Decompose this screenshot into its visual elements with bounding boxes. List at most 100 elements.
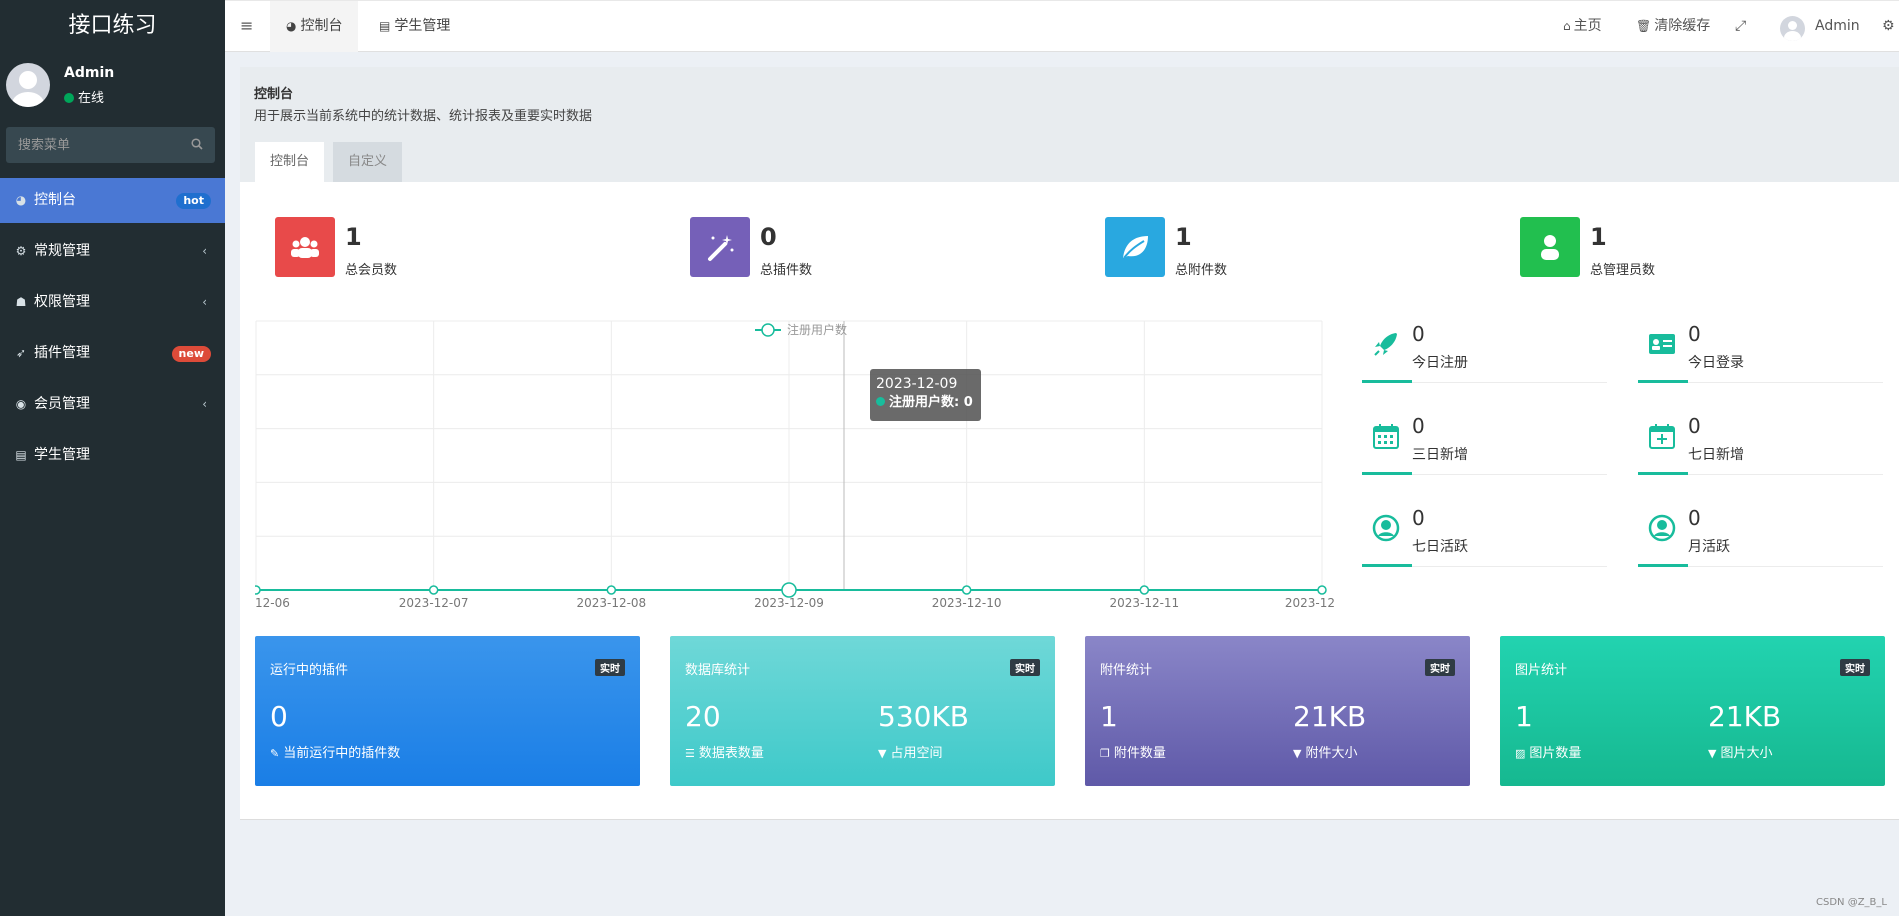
tooltip-date: 2023-12-09 (876, 376, 958, 392)
card-value-2: 21KB (1708, 700, 1782, 733)
search-icon[interactable] (191, 138, 203, 150)
data-point (428, 585, 439, 595)
chevron-left-icon: ‹ (202, 244, 207, 258)
card-label: ▨ 图片数量 (1515, 742, 1581, 761)
clear-cache-link[interactable]: 🗑 清除缓存 (1636, 1, 1710, 52)
calendar-plus-icon (1649, 424, 1675, 449)
rocket-icon (1374, 333, 1397, 356)
tab-dashboard[interactable]: ◕ 控制台 (270, 1, 359, 52)
card-value-2: 530KB (878, 700, 970, 733)
new-badge: new (171, 346, 211, 362)
mini-stat-today-login: 0 今日登录 (1638, 322, 1883, 392)
tooltip-line: 注册用户数: 0 (876, 393, 975, 413)
x-tick-label: 2023-12-08 (576, 596, 646, 610)
x-tick-label: 2023-12-11 (1109, 596, 1179, 610)
realtime-tag: 实时 (1010, 659, 1040, 676)
sidebar-item-label: 会员管理 (34, 396, 90, 412)
card-label-text: 图片数量 (1529, 746, 1582, 761)
stat-members: 1 总会员数 (275, 217, 575, 279)
mini-label: 七日活跃 (1412, 539, 1468, 555)
stat-admins: 1 总管理员数 (1520, 217, 1820, 279)
sidebar-item-general[interactable]: ⚙ 常规管理 ‹ (0, 229, 225, 274)
stat-value: 1 (345, 223, 362, 251)
page-description: 用于展示当前系统中的统计数据、统计报表及重要实时数据 (254, 109, 593, 124)
dashboard-icon: ◕ (286, 19, 297, 33)
stat-label: 总附件数 (1175, 263, 1228, 278)
chart-tooltip: 2023-12-09 注册用户数: 0 (870, 369, 981, 421)
sidebar-item-students[interactable]: ▤ 学生管理 (0, 433, 225, 478)
card-label-2: ▼ 图片大小 (1708, 742, 1772, 761)
registration-line-chart: 12-06 2023-12-07 2023-12-08 2023-12-09 2023-… (255, 320, 1335, 610)
sidebar-item-plugins[interactable]: ➶ 插件管理 new (0, 331, 225, 376)
mini-label: 今日登录 (1688, 355, 1744, 371)
content-tab-dashboard[interactable]: 控制台 (255, 142, 325, 182)
files-icon: ❐ (1100, 747, 1110, 760)
card-label: ☰ 数据表数量 (685, 742, 764, 761)
card-title: 图片统计 (1515, 663, 1568, 678)
rocket-icon: ➶ (15, 346, 27, 360)
tooltip-value: 注册用户数: 0 (889, 395, 973, 410)
user-circle-icon (1648, 514, 1676, 542)
settings-button[interactable]: ⚙ (1882, 1, 1895, 52)
top-header: ≡ ◕ 控制台 ▤ 学生管理 ⌂ 主页 🗑 清除缓存 ⤢ Admin ⚙ (225, 0, 1899, 52)
sidebar-menu: ◕ 控制台 hot ⚙ 常规管理 ‹ ☗ 权限管理 ‹ ➶ 插件管理 new ◉ 会员管理… (0, 178, 225, 478)
card-label: ❐ 附件数量 (1100, 742, 1166, 761)
user-status: 在线 (64, 87, 104, 106)
fullscreen-button[interactable]: ⤢ (1735, 1, 1746, 52)
card-label-text: 附件大小 (1305, 746, 1358, 761)
magic-wand-icon: ✎ (270, 747, 280, 760)
page-header: 控制台 用于展示当前系统中的统计数据、统计报表及重要实时数据 控制台 自定义 (240, 67, 1899, 182)
database-icon: ☰ (685, 747, 695, 760)
stat-icon-box (275, 217, 335, 277)
legend-label: 注册用户数 (787, 322, 847, 337)
header-avatar[interactable] (1780, 16, 1805, 41)
menu-toggle-icon[interactable]: ≡ (240, 16, 253, 35)
home-label: 主页 (1573, 18, 1602, 34)
expand-icon: ⤢ (1735, 18, 1747, 34)
stat-icon-box (1105, 217, 1165, 277)
tab-label: 学生管理 (394, 18, 451, 34)
x-tick-label: 2023-12-10 (932, 596, 1002, 610)
mini-value: 0 (1688, 322, 1701, 346)
user-menu[interactable]: Admin (1815, 1, 1860, 52)
tab-label: 控制台 (300, 18, 343, 34)
sidebar: 接口练习 Admin 在线 ◕ 控制台 hot ⚙ 常规管理 ‹ ☗ 权限管理 ‹ ➶… (0, 0, 225, 916)
x-tick-label: 2023-12-07 (399, 596, 469, 610)
sidebar-item-dashboard[interactable]: ◕ 控制台 hot (0, 178, 225, 223)
user-circle-icon: ◉ (15, 397, 27, 411)
accent-bar (1638, 472, 1688, 475)
sidebar-item-label: 控制台 (34, 192, 76, 208)
avatar (6, 63, 50, 107)
accent-bar (1362, 380, 1412, 383)
card-label: ✎ 当前运行中的插件数 (270, 742, 400, 761)
stat-icon-box (690, 217, 750, 277)
accent-bar (1638, 564, 1688, 567)
hot-badge: hot (176, 193, 211, 209)
stat-value: 1 (1590, 223, 1607, 251)
tab-students[interactable]: ▤ 学生管理 (363, 1, 466, 52)
search-input[interactable] (6, 127, 215, 163)
mini-value: 0 (1412, 506, 1425, 530)
content-tab-custom[interactable]: 自定义 (333, 142, 403, 182)
stat-value: 1 (1175, 223, 1192, 251)
mini-label: 七日新增 (1688, 447, 1744, 463)
home-link[interactable]: ⌂ 主页 (1563, 1, 1602, 52)
card-title: 运行中的插件 (270, 663, 349, 678)
brand-title[interactable]: 接口练习 (0, 0, 225, 51)
x-tick-label: 2023-12 (1285, 596, 1335, 610)
magic-wand-icon (708, 235, 734, 261)
card-value-2: 21KB (1293, 700, 1367, 733)
sidebar-item-permission[interactable]: ☗ 权限管理 ‹ (0, 280, 225, 325)
card-label-text: 当前运行中的插件数 (283, 746, 401, 761)
calendar-icon (1373, 424, 1399, 449)
id-card-icon (1649, 334, 1675, 354)
card-label-text: 数据表数量 (698, 746, 764, 761)
mini-stat-seven-day: 0 七日新增 (1638, 414, 1883, 484)
card-label-2: ▼ 附件大小 (1293, 742, 1357, 761)
user-icon (1541, 235, 1559, 260)
legend-marker (761, 323, 775, 337)
sidebar-item-members[interactable]: ◉ 会员管理 ‹ (0, 382, 225, 427)
header-user-name: Admin (1815, 18, 1860, 34)
card-value: 1 (1515, 700, 1533, 733)
stat-label: 总插件数 (760, 263, 813, 278)
